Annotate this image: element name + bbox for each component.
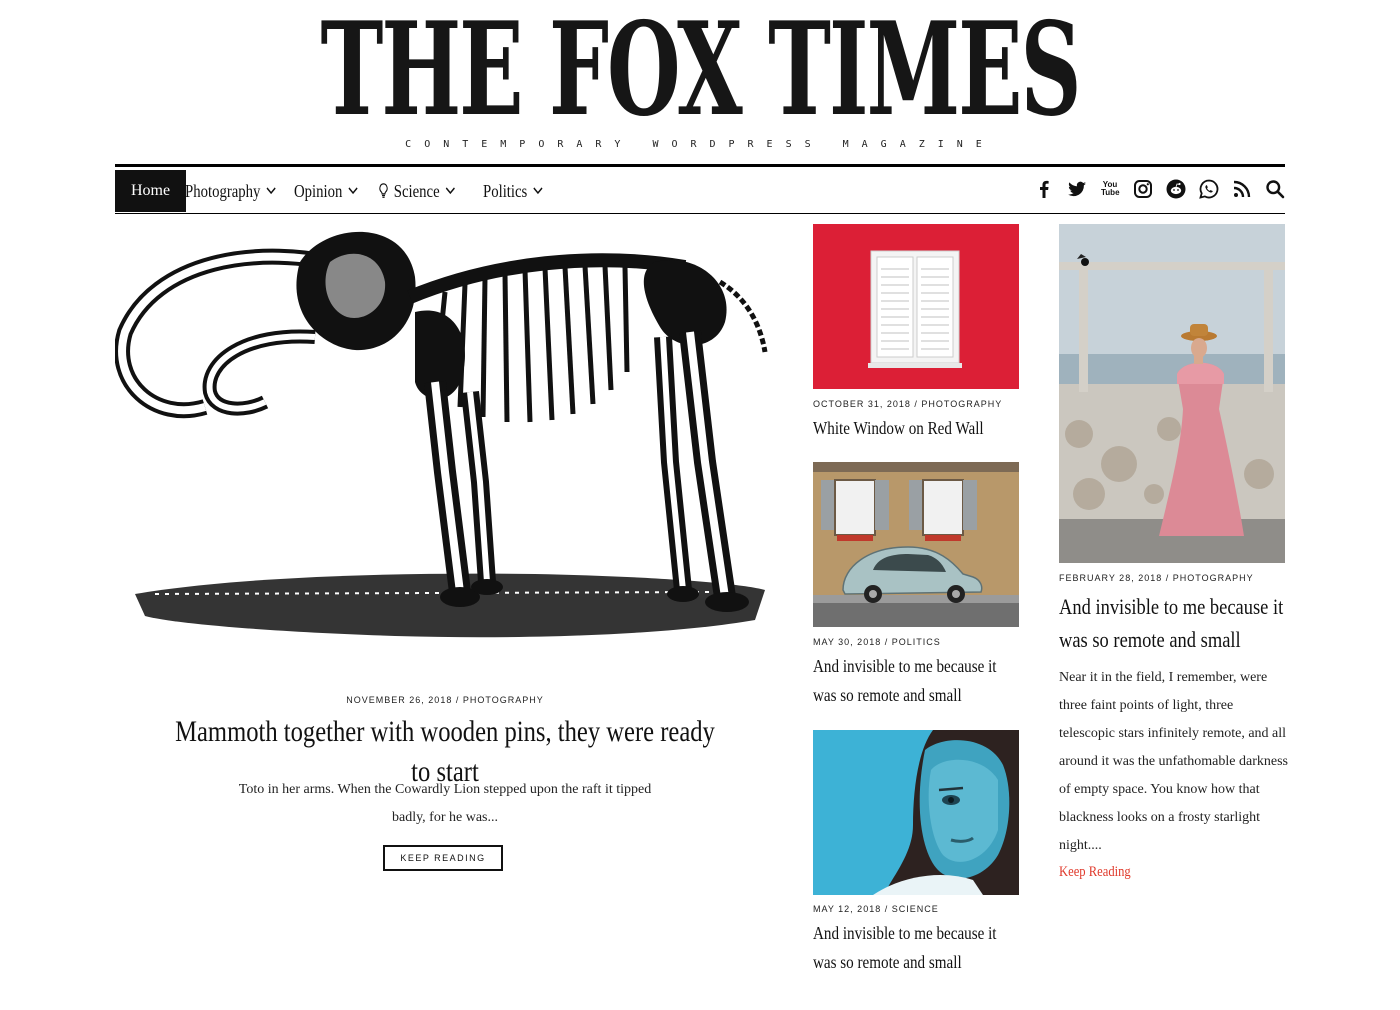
nav-science[interactable]: Science <box>379 170 455 212</box>
chevron-down-icon <box>445 187 455 195</box>
card-date: OCTOBER 31, 2018 <box>813 399 911 409</box>
right-post-image-woman-pink-dress[interactable] <box>1059 224 1285 563</box>
card-date: MAY 12, 2018 <box>813 904 882 914</box>
right-post-title[interactable]: And invisible to me because it was so re… <box>1059 590 1286 656</box>
search-icon[interactable] <box>1265 179 1285 199</box>
facebook-icon[interactable] <box>1034 179 1054 199</box>
right-post-meta: FEBRUARY 28, 2018 / PHOTOGRAPHY <box>1059 573 1299 583</box>
keep-reading-button[interactable]: KEEP READING <box>383 845 503 871</box>
whatsapp-icon[interactable] <box>1199 179 1219 199</box>
card-image-red-wall[interactable] <box>813 224 1019 389</box>
card-meta: MAY 12, 2018 / SCIENCE <box>813 904 1053 914</box>
hero-category[interactable]: PHOTOGRAPHY <box>463 695 544 705</box>
lightbulb-icon <box>379 183 388 198</box>
card-category[interactable]: SCIENCE <box>892 904 939 914</box>
site-tagline: CONTEMPORARY WORDPRESS MAGAZINE <box>405 139 995 150</box>
chevron-down-icon <box>533 187 543 195</box>
right-post-date: FEBRUARY 28, 2018 <box>1059 573 1163 583</box>
card-date: MAY 30, 2018 <box>813 637 882 647</box>
right-post-category[interactable]: PHOTOGRAPHY <box>1173 573 1254 583</box>
instagram-icon[interactable] <box>1133 179 1153 199</box>
meta-separator: / <box>884 637 892 647</box>
hero-excerpt: Toto in her arms. When the Cowardly Lion… <box>238 782 652 825</box>
card-image-vintage-car[interactable] <box>813 462 1019 627</box>
rss-icon[interactable] <box>1232 179 1252 199</box>
right-post-excerpt: Near it in the field, I remember, were t… <box>1059 670 1288 853</box>
main-navigation: Home Photography Opinion Science Politic… <box>115 164 1285 214</box>
nav-opinion-label: Opinion <box>294 180 343 201</box>
nav-politics[interactable]: Politics <box>483 170 543 212</box>
reddit-icon[interactable] <box>1166 179 1186 199</box>
meta-separator: / <box>455 695 463 705</box>
twitter-icon[interactable] <box>1067 179 1087 199</box>
card-category[interactable]: POLITICS <box>892 637 941 647</box>
hero-image-mammoth[interactable] <box>114 222 775 672</box>
nav-politics-label: Politics <box>483 180 528 201</box>
nav-home[interactable]: Home <box>115 170 187 212</box>
nav-opinion[interactable]: Opinion <box>294 170 358 212</box>
masthead: THE FOX TIMES CONTEMPORARY WORDPRESS MAG… <box>0 0 1400 160</box>
card-meta: MAY 30, 2018 / POLITICS <box>813 637 1053 647</box>
nav-photography-label: Photography <box>185 180 261 201</box>
meta-separator: / <box>1165 573 1173 583</box>
card-title[interactable]: White Window on Red Wall <box>813 414 1023 443</box>
nav-home-label: Home <box>131 182 171 199</box>
card-title[interactable]: And invisible to me because it was so re… <box>813 652 1023 710</box>
card-category[interactable]: PHOTOGRAPHY <box>921 399 1002 409</box>
hero-meta: NOVEMBER 26, 2018 / PHOTOGRAPHY <box>115 695 775 705</box>
social-links: You Tube <box>1034 179 1285 199</box>
site-logo[interactable]: THE FOX TIMES <box>238 2 1162 138</box>
card-title[interactable]: And invisible to me because it was so re… <box>813 919 1023 977</box>
chevron-down-icon <box>348 187 358 195</box>
nav-science-label: Science <box>393 180 440 201</box>
youtube-icon[interactable]: You Tube <box>1100 179 1120 199</box>
card-meta: OCTOBER 31, 2018 / PHOTOGRAPHY <box>813 399 1053 409</box>
keep-reading-link[interactable]: Keep Reading <box>1059 864 1131 881</box>
meta-separator: / <box>884 904 892 914</box>
hero-date: NOVEMBER 26, 2018 <box>346 695 453 705</box>
card-image-woman-blue[interactable] <box>813 730 1019 895</box>
chevron-down-icon <box>266 187 276 195</box>
nav-photography[interactable]: Photography <box>185 170 276 212</box>
youtube-label: You Tube <box>1101 180 1120 197</box>
